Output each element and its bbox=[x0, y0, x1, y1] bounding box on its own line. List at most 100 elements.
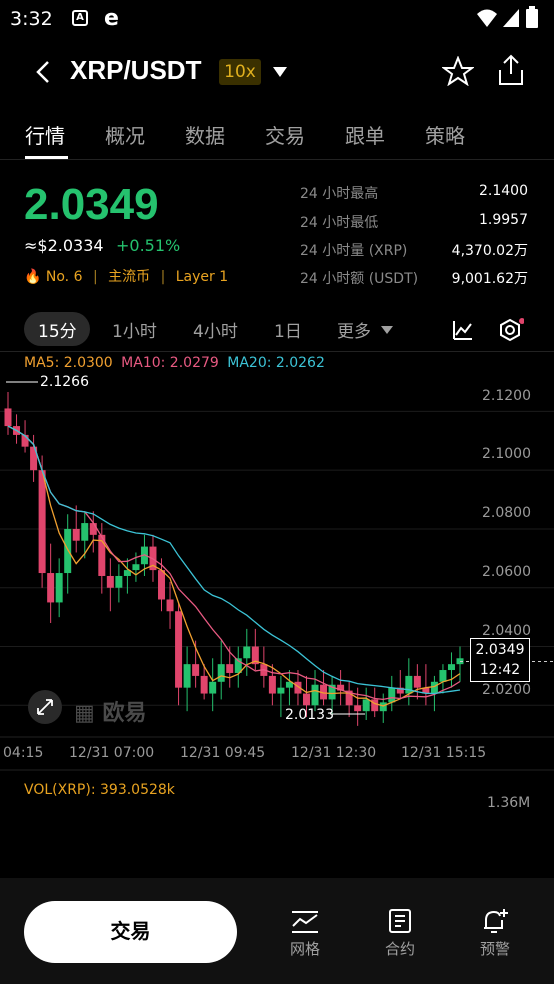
candle-body bbox=[192, 664, 200, 676]
signal-icon bbox=[503, 9, 519, 27]
candle-body bbox=[354, 705, 362, 712]
candle-body bbox=[158, 570, 166, 600]
status-bar: 3:32 A e bbox=[0, 0, 554, 36]
main-tabs: 行情 概况 数据 交易 跟单 策略 bbox=[0, 112, 554, 160]
time-tick: 12/31 15:15 bbox=[401, 745, 487, 761]
candle-body bbox=[413, 675, 421, 688]
indicator-icon[interactable] bbox=[452, 319, 474, 341]
more-dropdown-icon[interactable] bbox=[381, 326, 393, 335]
star-icon[interactable] bbox=[442, 56, 474, 86]
candle-body bbox=[89, 523, 97, 535]
tab-trades[interactable]: 交易 bbox=[265, 120, 305, 149]
status-time: 3:32 bbox=[10, 8, 53, 30]
watermark: ▦ 欧易 bbox=[74, 695, 146, 727]
fullscreen-button[interactable] bbox=[28, 690, 62, 724]
rank-row: 🔥 No. 6 | 主流币 | Layer 1 bbox=[24, 266, 228, 286]
tab-overview[interactable]: 概况 bbox=[105, 120, 145, 149]
interval-more[interactable]: 更多 bbox=[337, 317, 371, 342]
stat-value-high: 2.1400 bbox=[479, 183, 528, 199]
interval-1d[interactable]: 1日 bbox=[274, 317, 302, 342]
pair-title[interactable]: XRP/USDT bbox=[70, 55, 201, 86]
battery-icon bbox=[526, 6, 538, 28]
stat-label-low: 24 小时最低 bbox=[300, 215, 379, 231]
candle-body bbox=[447, 664, 455, 671]
share-icon[interactable] bbox=[496, 54, 526, 86]
stat-value-turnover: 9,001.62万 bbox=[451, 271, 528, 287]
tab-market[interactable]: 行情 bbox=[25, 120, 65, 149]
price-tick: 2.0800 bbox=[482, 505, 531, 521]
current-price-value: 2.0349 bbox=[475, 642, 525, 658]
futures-button[interactable]: 合约 bbox=[370, 908, 430, 959]
expand-icon bbox=[37, 699, 53, 715]
candle-body bbox=[430, 681, 438, 694]
bottom-bar: 交易 网格 合约 预警 bbox=[0, 878, 554, 984]
interval-row: 15分 1小时 4小时 1日 更多 bbox=[0, 308, 554, 352]
tag-mainstream[interactable]: 主流币 bbox=[108, 269, 150, 285]
fire-icon: 🔥 bbox=[24, 269, 42, 285]
price-tick: 2.1200 bbox=[482, 388, 531, 404]
candle-body bbox=[226, 664, 234, 673]
usd-price: ≈$2.0334 bbox=[24, 236, 104, 255]
volume-label: VOL(XRP): 393.0528k bbox=[24, 782, 175, 798]
time-tick: 12/31 09:45 bbox=[180, 745, 266, 761]
grid-button[interactable]: 网格 bbox=[275, 908, 335, 959]
alert-label: 预警 bbox=[479, 940, 510, 958]
alert-button[interactable]: 预警 bbox=[465, 908, 525, 959]
price-tick: 2.0600 bbox=[482, 564, 531, 580]
low-marker-label: 2.0133 bbox=[285, 707, 334, 723]
candle-body bbox=[47, 573, 55, 603]
stat-value-low: 1.9957 bbox=[479, 212, 528, 228]
contract-icon bbox=[389, 909, 411, 933]
pair-dropdown-icon[interactable] bbox=[272, 66, 288, 78]
candle-body bbox=[106, 575, 114, 588]
futures-label: 合约 bbox=[384, 940, 415, 958]
ma5-line bbox=[7, 425, 461, 707]
interval-1h[interactable]: 1小时 bbox=[112, 317, 157, 342]
tab-data[interactable]: 数据 bbox=[185, 120, 225, 149]
time-tick: 12/31 07:00 bbox=[69, 745, 155, 761]
candle-body bbox=[38, 470, 46, 574]
separator: | bbox=[160, 269, 166, 285]
stat-label-volume: 24 小时量 (XRP) bbox=[300, 243, 408, 259]
price-tick: 2.1000 bbox=[482, 446, 531, 462]
candle-body bbox=[362, 699, 370, 712]
change-percent: +0.51% bbox=[116, 236, 181, 255]
candle-body bbox=[371, 699, 379, 712]
tab-strategy[interactable]: 策略 bbox=[425, 120, 465, 149]
candle-body bbox=[4, 408, 12, 427]
interval-15m[interactable]: 15分 bbox=[38, 317, 77, 342]
candle-body bbox=[183, 664, 191, 688]
candle-body bbox=[81, 523, 89, 541]
candle-body bbox=[166, 599, 174, 612]
tab-copy-trading[interactable]: 跟单 bbox=[345, 120, 385, 149]
candle-body bbox=[209, 681, 217, 694]
interval-4h[interactable]: 4小时 bbox=[193, 317, 238, 342]
candle-body bbox=[55, 573, 63, 603]
candle-body bbox=[132, 564, 140, 571]
current-price-box: 2.0349 12:42 bbox=[470, 638, 530, 682]
bell-plus-icon bbox=[484, 909, 508, 933]
trade-button[interactable]: 交易 bbox=[24, 901, 237, 963]
font-app-icon: A bbox=[72, 10, 88, 26]
volume-max-tick: 1.36M bbox=[487, 795, 531, 811]
back-icon[interactable] bbox=[34, 60, 52, 84]
tag-layer1[interactable]: Layer 1 bbox=[176, 269, 228, 285]
rank-value: No. 6 bbox=[45, 269, 83, 285]
time-tick: 04:15 bbox=[3, 745, 44, 761]
high-marker-label: 2.1266 bbox=[40, 374, 89, 390]
header: XRP/USDT 10x bbox=[0, 40, 554, 104]
candle-body bbox=[175, 611, 183, 688]
grid-icon bbox=[292, 911, 318, 933]
candle-body bbox=[302, 693, 310, 706]
wifi-icon bbox=[477, 9, 497, 27]
price-tick: 2.0400 bbox=[482, 623, 531, 639]
stat-label-turnover: 24 小时额 (USDT) bbox=[300, 271, 419, 287]
chart-settings-icon[interactable] bbox=[498, 318, 524, 342]
price-tick: 2.0200 bbox=[482, 682, 531, 698]
ma20-line bbox=[7, 425, 461, 695]
separator: | bbox=[92, 269, 98, 285]
candle-body bbox=[115, 575, 123, 588]
stat-label-high: 24 小时最高 bbox=[300, 186, 379, 202]
stat-value-volume: 4,370.02万 bbox=[451, 243, 528, 259]
candle-body bbox=[379, 702, 387, 712]
